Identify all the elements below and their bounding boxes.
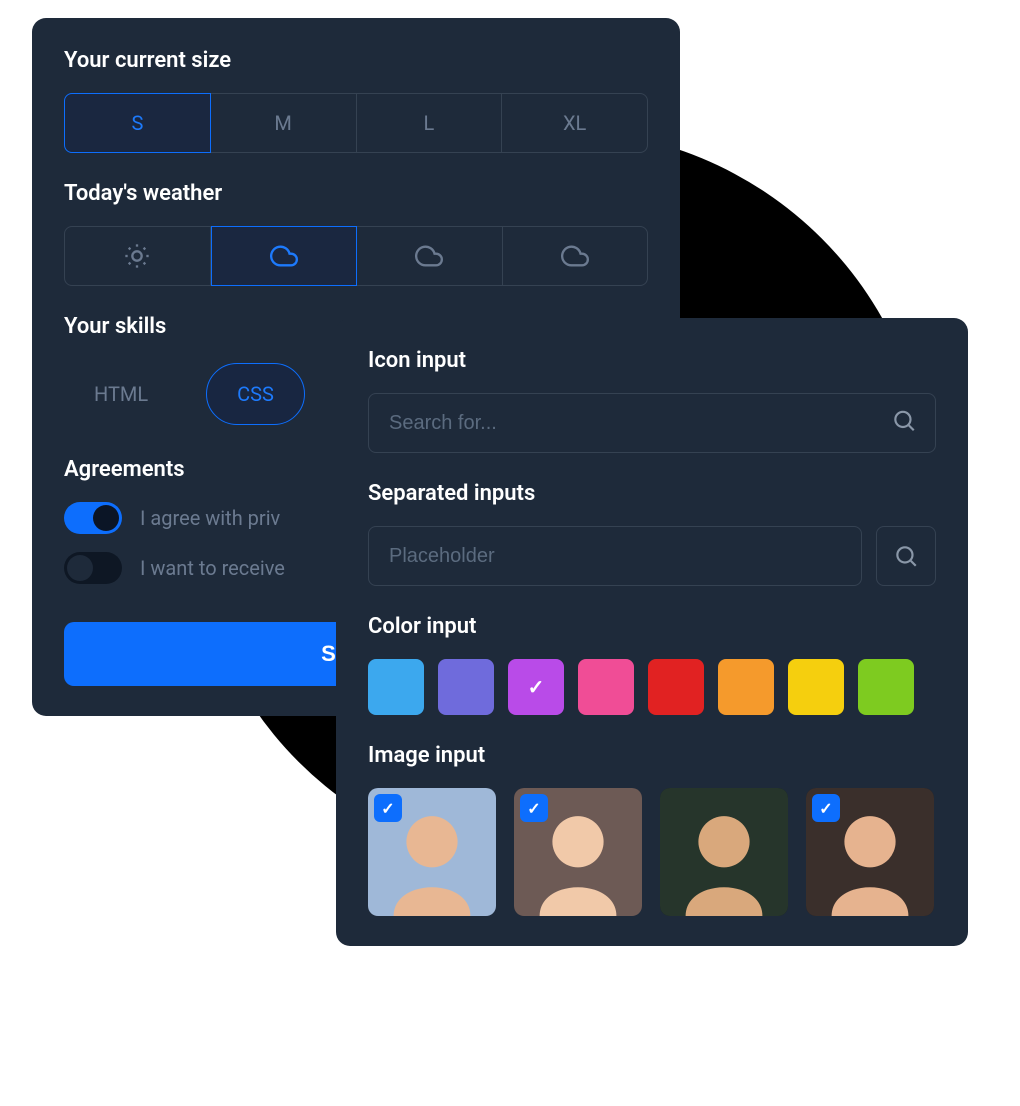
color-swatch-3[interactable] [578,659,634,715]
image-options: ✓ ✓ ✓ [368,788,936,916]
cloud-icon [561,242,589,270]
color-swatch-5[interactable] [718,659,774,715]
image-option-2[interactable] [660,788,788,916]
weather-option-cloud-2[interactable] [357,226,503,286]
separated-input-row [368,526,936,586]
sun-icon [123,242,151,270]
color-swatch-6[interactable] [788,659,844,715]
size-option-xl[interactable]: XL [502,93,648,153]
check-icon: ✓ [528,675,545,699]
check-badge: ✓ [520,794,548,822]
weather-option-cloud[interactable] [211,226,358,286]
color-swatch-7[interactable] [858,659,914,715]
color-swatches: ✓ [368,659,936,715]
cloud-icon [270,242,298,270]
color-swatch-0[interactable] [368,659,424,715]
color-swatch-1[interactable] [438,659,494,715]
label-icon-input: Icon input [368,348,936,373]
color-swatch-4[interactable] [648,659,704,715]
image-option-1[interactable]: ✓ [514,788,642,916]
icon-input-wrapper [368,393,936,453]
search-icon [891,408,917,439]
size-segmented: S M L XL [64,93,648,153]
check-badge: ✓ [374,794,402,822]
label-current-size: Your current size [64,48,648,73]
separated-input-wrapper [368,526,862,586]
toggle-privacy-label: I agree with priv [140,506,280,530]
label-image-input: Image input [368,743,936,768]
weather-segmented [64,226,648,286]
image-option-3[interactable]: ✓ [806,788,934,916]
avatar-placeholder [660,788,788,916]
toggle-receive-label: I want to receive [140,556,285,580]
color-swatch-2[interactable]: ✓ [508,659,564,715]
separated-input[interactable] [389,545,841,568]
form-card-right: Icon input Separated inputs Color input … [336,318,968,946]
search-icon [893,543,919,569]
toggle-privacy[interactable] [64,502,122,534]
search-button[interactable] [876,526,936,586]
weather-option-cloud-3[interactable] [503,226,649,286]
icon-input[interactable] [389,412,915,435]
size-option-s[interactable]: S [64,93,211,153]
image-option-0[interactable]: ✓ [368,788,496,916]
label-weather: Today's weather [64,181,648,206]
size-option-l[interactable]: L [357,93,503,153]
skill-option-html[interactable]: HTML [64,364,178,424]
cloud-icon [415,242,443,270]
label-color-input: Color input [368,614,936,639]
weather-option-sunny[interactable] [64,226,211,286]
skill-option-css[interactable]: CSS [206,363,305,425]
size-option-m[interactable]: M [211,93,357,153]
check-badge: ✓ [812,794,840,822]
toggle-receive[interactable] [64,552,122,584]
label-separated-inputs: Separated inputs [368,481,936,506]
